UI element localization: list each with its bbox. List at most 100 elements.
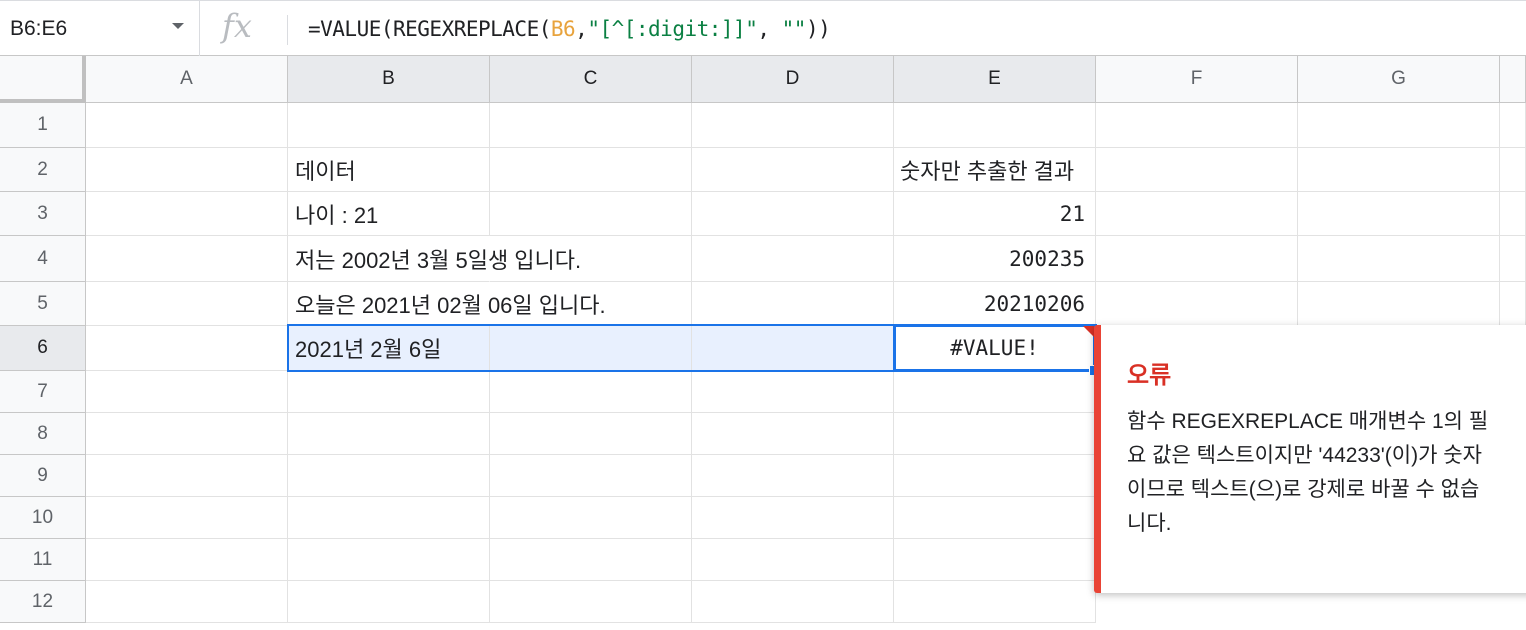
column-header-partial[interactable] [1500, 56, 1526, 103]
cell-c1[interactable] [490, 103, 692, 148]
cell-b10[interactable] [288, 497, 490, 539]
cell-e3[interactable]: 21 [894, 192, 1096, 236]
cell-d12[interactable] [692, 581, 894, 623]
cell-c11[interactable] [490, 539, 692, 581]
cell-d3[interactable] [692, 192, 894, 236]
cell-b2[interactable]: 데이터 [288, 148, 490, 192]
cell-h5[interactable] [1500, 282, 1526, 326]
cell-d4[interactable] [692, 236, 894, 282]
cell-f1[interactable] [1096, 103, 1298, 148]
cell-d7[interactable] [692, 371, 894, 413]
row-header-3[interactable]: 3 [0, 192, 86, 236]
cell-a8[interactable] [86, 413, 288, 455]
cell-h1[interactable] [1500, 103, 1526, 148]
column-header-d[interactable]: D [692, 56, 894, 103]
cell-c3[interactable] [490, 192, 692, 236]
cell-a11[interactable] [86, 539, 288, 581]
cell-h3[interactable] [1500, 192, 1526, 236]
cell-d2[interactable] [692, 148, 894, 192]
cell-g4[interactable] [1298, 236, 1500, 282]
cell-e1[interactable] [894, 103, 1096, 148]
cell-f4[interactable] [1096, 236, 1298, 282]
cell-b12[interactable] [288, 581, 490, 623]
cell-a4[interactable] [86, 236, 288, 282]
cell-e10[interactable] [894, 497, 1096, 539]
cell-e7[interactable] [894, 371, 1096, 413]
cell-e6[interactable]: #VALUE! [894, 326, 1096, 371]
cell-e12[interactable] [894, 581, 1096, 623]
cell-c8[interactable] [490, 413, 692, 455]
cell-d10[interactable] [692, 497, 894, 539]
cell-a1[interactable] [86, 103, 288, 148]
cell-b1[interactable] [288, 103, 490, 148]
cell-c10[interactable] [490, 497, 692, 539]
cell-a7[interactable] [86, 371, 288, 413]
formula-input[interactable]: =VALUE(REGEXREPLACE(B6,"[^[:digit:]]", "… [308, 17, 831, 41]
cell-b3[interactable]: 나이 : 21 [288, 192, 490, 236]
row-header-12[interactable]: 12 [0, 581, 86, 623]
cell-a9[interactable] [86, 455, 288, 497]
row-header-8[interactable]: 8 [0, 413, 86, 455]
row-header-5[interactable]: 5 [0, 282, 86, 326]
cell-d5[interactable] [692, 282, 894, 326]
cell-a5[interactable] [86, 282, 288, 326]
cell-b4[interactable]: 저는 2002년 3월 5일생 입니다. [288, 236, 581, 282]
cell-d8[interactable] [692, 413, 894, 455]
cell-c5[interactable] [490, 282, 692, 326]
cell-c9[interactable] [490, 455, 692, 497]
cell-e5[interactable]: 20210206 [894, 282, 1096, 326]
cell-c2[interactable] [490, 148, 692, 192]
column-header-g[interactable]: G [1298, 56, 1500, 103]
cell-e11[interactable] [894, 539, 1096, 581]
cell-c6[interactable] [490, 326, 692, 371]
row-header-2[interactable]: 2 [0, 148, 86, 192]
cell-g5[interactable] [1298, 282, 1500, 326]
cell-a6[interactable] [86, 326, 288, 371]
cell-h2[interactable] [1500, 148, 1526, 192]
cell-f3[interactable] [1096, 192, 1298, 236]
column-header-a[interactable]: A [86, 56, 288, 103]
chevron-down-icon[interactable] [172, 23, 184, 29]
name-box-value[interactable]: B6:E6 [10, 17, 67, 41]
cell-a12[interactable] [86, 581, 288, 623]
cell-e4[interactable]: 200235 [894, 236, 1096, 282]
select-all-corner[interactable] [0, 56, 86, 103]
row-header-9[interactable]: 9 [0, 455, 86, 497]
cell-d11[interactable] [692, 539, 894, 581]
cell-g1[interactable] [1298, 103, 1500, 148]
cell-c4[interactable] [490, 236, 692, 282]
cell-b5[interactable]: 오늘은 2021년 02월 06일 입니다. [288, 282, 606, 326]
cell-a2[interactable] [86, 148, 288, 192]
cell-f5[interactable] [1096, 282, 1298, 326]
cell-b9[interactable] [288, 455, 490, 497]
cell-g3[interactable] [1298, 192, 1500, 236]
column-header-e[interactable]: E [894, 56, 1096, 103]
cell-a10[interactable] [86, 497, 288, 539]
row-header-1[interactable]: 1 [0, 103, 86, 148]
cell-c7[interactable] [490, 371, 692, 413]
cell-e2[interactable]: 숫자만 추출한 결과 [894, 148, 1096, 192]
cell-b11[interactable] [288, 539, 490, 581]
cell-h4[interactable] [1500, 236, 1526, 282]
row-header-7[interactable]: 7 [0, 371, 86, 413]
column-header-f[interactable]: F [1096, 56, 1298, 103]
cell-e9[interactable] [894, 455, 1096, 497]
row-header-6[interactable]: 6 [0, 326, 86, 371]
column-header-b[interactable]: B [288, 56, 490, 103]
cell-f2[interactable] [1096, 148, 1298, 192]
cell-d9[interactable] [692, 455, 894, 497]
error-indicator-icon[interactable] [1083, 326, 1094, 337]
cell-d6[interactable] [692, 326, 894, 371]
row-header-10[interactable]: 10 [0, 497, 86, 539]
cell-b8[interactable] [288, 413, 490, 455]
row-header-4[interactable]: 4 [0, 236, 86, 282]
cell-d1[interactable] [692, 103, 894, 148]
cell-g2[interactable] [1298, 148, 1500, 192]
cell-c12[interactable] [490, 581, 692, 623]
row-header-11[interactable]: 11 [0, 539, 86, 581]
cell-b7[interactable] [288, 371, 490, 413]
name-box[interactable]: B6:E6 [0, 1, 200, 56]
column-header-c[interactable]: C [490, 56, 692, 103]
cell-e8[interactable] [894, 413, 1096, 455]
cell-a3[interactable] [86, 192, 288, 236]
